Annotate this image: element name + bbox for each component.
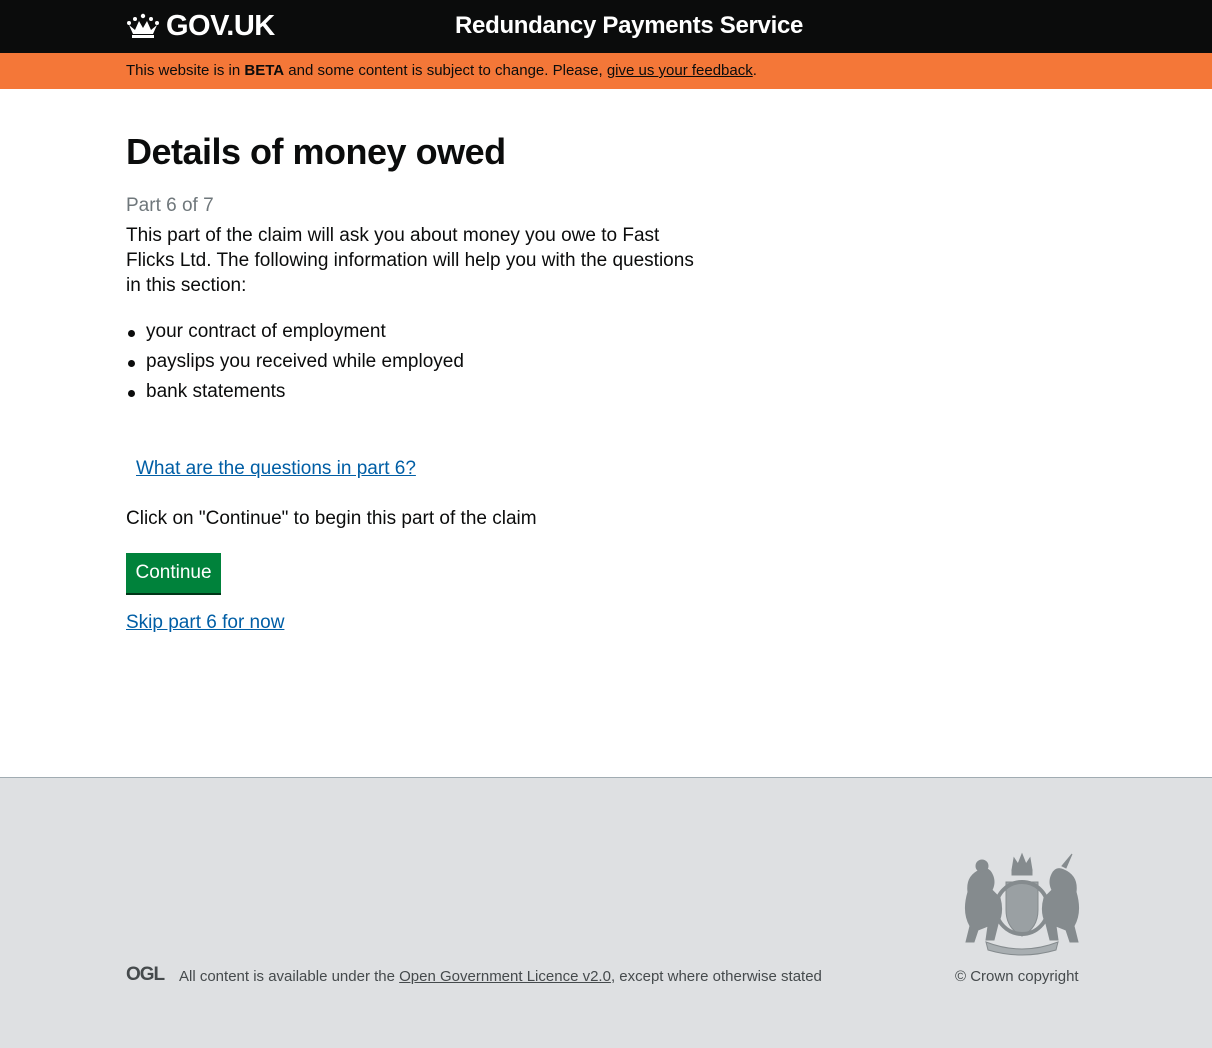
main-content: Details of money owed Part 6 of 7 This p… xyxy=(0,89,1212,777)
beta-banner: This website is in BETA and some content… xyxy=(0,53,1212,89)
beta-banner-middle: and some content is subject to change. P… xyxy=(284,62,607,79)
beta-banner-prefix: This website is in xyxy=(126,62,245,79)
list-item: bank statements xyxy=(126,377,464,407)
part-caption: Part 6 of 7 xyxy=(126,195,214,216)
crown-copyright-link[interactable]: © Crown copyright xyxy=(955,968,1079,985)
ogl-logo: OGL xyxy=(126,964,165,985)
documents-list: your contract of employment payslips you… xyxy=(126,317,464,407)
beta-tag: BETA xyxy=(244,62,285,79)
service-name-link[interactable]: Redundancy Payments Service xyxy=(455,12,803,40)
list-item: your contract of employment xyxy=(126,317,464,347)
instruction-text: Click on "Continue" to begin this part o… xyxy=(126,508,537,529)
feedback-link[interactable]: give us your feedback xyxy=(607,62,753,79)
logo-text: GOV.UK xyxy=(166,10,275,42)
licence-text: All content is available under the Open … xyxy=(179,968,822,985)
licence-suffix: , except where otherwise stated xyxy=(610,968,822,985)
site-header: GOV.UK Redundancy Payments Service xyxy=(0,0,1212,53)
page-title: Details of money owed xyxy=(126,131,506,172)
royal-coat-of-arms-icon xyxy=(964,852,1080,956)
skip-part-link[interactable]: Skip part 6 for now xyxy=(126,612,284,634)
list-item: payslips you received while employed xyxy=(126,347,464,377)
crown-icon xyxy=(127,13,159,38)
govuk-logo-link[interactable]: GOV.UK xyxy=(126,10,275,43)
continue-button[interactable]: Continue xyxy=(126,553,221,593)
questions-details-link[interactable]: What are the questions in part 6? xyxy=(136,458,416,480)
site-footer: OGL All content is available under the O… xyxy=(0,777,1212,1048)
intro-text: This part of the claim will ask you abou… xyxy=(126,225,694,296)
open-government-licence-link[interactable]: Open Government Licence v2.0 xyxy=(399,968,611,985)
licence-prefix: All content is available under the xyxy=(179,968,400,985)
beta-banner-suffix: . xyxy=(752,62,757,79)
